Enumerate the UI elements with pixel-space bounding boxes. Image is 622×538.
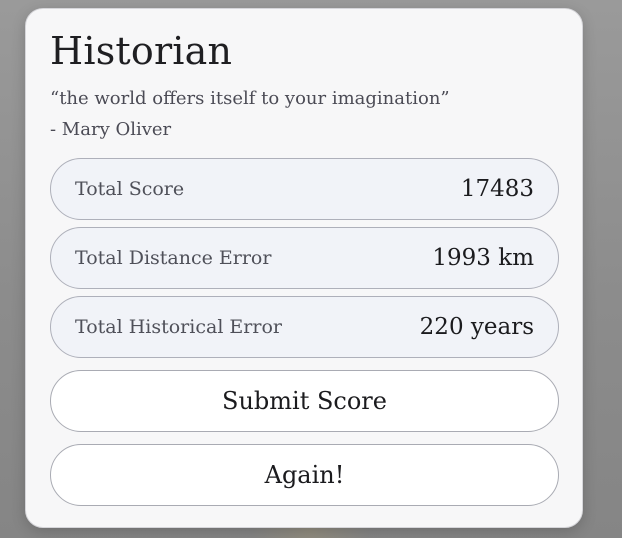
total-distance-error-row: Total Distance Error 1993 km [50,227,559,289]
total-historical-error-label: Total Historical Error [75,316,282,338]
total-score-label: Total Score [75,178,185,200]
results-dialog: Historian “the world offers itself to yo… [25,8,583,528]
quote-author: - Mary Oliver [50,119,172,140]
again-button[interactable]: Again! [50,444,559,506]
submit-score-button[interactable]: Submit Score [50,370,559,432]
total-distance-error-value: 1993 km [432,245,534,271]
total-score-row: Total Score 17483 [50,158,559,220]
total-distance-error-label: Total Distance Error [75,247,272,269]
dialog-title: Historian [50,29,233,73]
total-score-value: 17483 [460,176,534,202]
total-historical-error-value: 220 years [419,314,534,340]
total-historical-error-row: Total Historical Error 220 years [50,296,559,358]
quote-text: “the world offers itself to your imagina… [50,88,450,109]
